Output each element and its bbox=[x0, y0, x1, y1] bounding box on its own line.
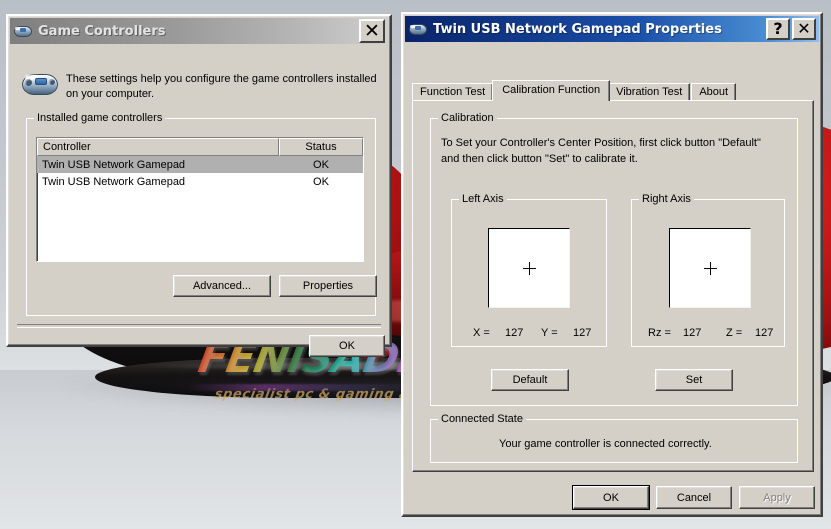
tab-about[interactable]: About bbox=[691, 83, 737, 101]
left-axis-group-title: Left Axis bbox=[459, 193, 507, 205]
calibration-tab-page: Calibration To Set your Controller's Cen… bbox=[412, 100, 814, 472]
column-header-controller[interactable]: Controller bbox=[37, 138, 279, 156]
tab-vibration-test[interactable]: Vibration Test bbox=[608, 83, 691, 101]
right-axis-rz-label: Rz = bbox=[648, 327, 671, 339]
cell-status: OK bbox=[313, 175, 329, 188]
calibration-instructions-line1: To Set your Controller's Center Position… bbox=[441, 137, 761, 149]
game-controllers-client: These settings help you configure the ga… bbox=[10, 44, 388, 357]
listview-header: Controller Status bbox=[37, 138, 363, 156]
gamepad-icon bbox=[409, 22, 427, 36]
right-axis-group-title: Right Axis bbox=[639, 193, 694, 205]
advanced-button[interactable]: Advanced... bbox=[173, 275, 271, 297]
column-header-status[interactable]: Status bbox=[279, 138, 363, 156]
ok-button[interactable]: OK bbox=[309, 335, 385, 357]
tab-function-test[interactable]: Function Test bbox=[412, 83, 494, 101]
info-text: These settings help you configure the ga… bbox=[66, 73, 377, 100]
game-controllers-dialog: Game Controllers ✕ These settings help y… bbox=[6, 14, 392, 357]
properties-ok-button[interactable]: OK bbox=[572, 485, 650, 510]
right-axis-crosshair-icon bbox=[704, 262, 717, 275]
left-axis-x-value: 127 bbox=[505, 327, 524, 339]
tab-calibration-function[interactable]: Calibration Function bbox=[492, 80, 611, 101]
properties-client: Function Test Calibration Function Vibra… bbox=[405, 42, 819, 513]
default-button[interactable]: Default bbox=[491, 369, 569, 391]
right-axis-rz-value: 127 bbox=[683, 327, 702, 339]
cell-controller: Twin USB Network Gamepad bbox=[42, 158, 186, 171]
properties-button[interactable]: Properties bbox=[279, 275, 377, 297]
cell-status: OK bbox=[313, 158, 329, 171]
left-axis-x-label: X = bbox=[473, 327, 490, 339]
divider bbox=[17, 324, 381, 328]
gamepad-icon bbox=[14, 24, 32, 38]
close-icon[interactable]: ✕ bbox=[792, 18, 816, 40]
left-axis-y-label: Y = bbox=[541, 327, 558, 339]
connected-state-group-title: Connected State bbox=[438, 413, 526, 425]
right-axis-z-value: 127 bbox=[755, 327, 774, 339]
installed-controllers-group-title: Installed game controllers bbox=[34, 112, 166, 124]
tabstrip: Function Test Calibration Function Vibra… bbox=[412, 80, 737, 101]
close-icon[interactable]: ✕ bbox=[359, 19, 385, 43]
set-button[interactable]: Set bbox=[655, 369, 733, 391]
properties-apply-button: Apply bbox=[739, 486, 815, 509]
left-axis-pad[interactable] bbox=[488, 228, 570, 308]
properties-cancel-button[interactable]: Cancel bbox=[656, 486, 732, 509]
gamepad-illustration-icon bbox=[22, 70, 58, 97]
controllers-listview[interactable]: Controller Status Twin USB Network Gamep… bbox=[36, 137, 364, 262]
game-controllers-titlebar[interactable]: Game Controllers ✕ bbox=[10, 18, 388, 44]
gamepad-properties-dialog: Twin USB Network Gamepad Properties ? ✕ … bbox=[401, 12, 823, 517]
properties-title: Twin USB Network Gamepad Properties bbox=[433, 21, 722, 37]
game-controllers-title: Game Controllers bbox=[38, 23, 166, 39]
left-axis-y-value: 127 bbox=[573, 327, 592, 339]
calibration-instructions-line2: and then click button "Set" to calibrate… bbox=[441, 153, 638, 165]
cell-controller: Twin USB Network Gamepad bbox=[42, 175, 186, 188]
table-row[interactable]: Twin USB Network Gamepad OK bbox=[37, 156, 363, 173]
right-axis-z-label: Z = bbox=[726, 327, 743, 339]
help-icon[interactable]: ? bbox=[766, 18, 790, 40]
calibration-group-title: Calibration bbox=[438, 112, 497, 124]
properties-titlebar[interactable]: Twin USB Network Gamepad Properties ? ✕ bbox=[405, 16, 819, 42]
connected-state-message: Your game controller is connected correc… bbox=[499, 438, 712, 450]
right-axis-pad[interactable] bbox=[669, 228, 751, 308]
table-row[interactable]: Twin USB Network Gamepad OK bbox=[37, 173, 363, 190]
left-axis-crosshair-icon bbox=[523, 262, 536, 275]
